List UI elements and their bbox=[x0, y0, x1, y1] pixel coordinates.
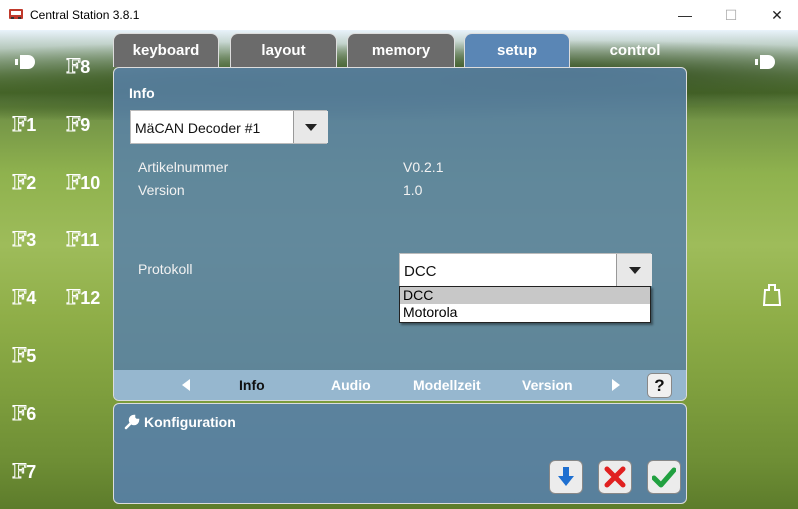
arrow-down-icon bbox=[558, 467, 574, 486]
decoder-dropdown-button[interactable] bbox=[293, 111, 328, 143]
tab-keyboard[interactable]: keyboard bbox=[113, 33, 219, 67]
protocol-label: Protokoll bbox=[138, 261, 193, 277]
tab-setup[interactable]: setup bbox=[464, 33, 570, 67]
protocol-select-value: DCC bbox=[404, 263, 437, 280]
konfiguration-heading: Konfiguration bbox=[144, 414, 236, 430]
wrench-icon bbox=[124, 414, 140, 430]
function-key-f3[interactable]: F3 bbox=[11, 227, 36, 252]
function-key-f11[interactable]: F11 bbox=[65, 227, 99, 252]
function-key-f5[interactable]: F5 bbox=[11, 343, 36, 368]
weight-icon[interactable] bbox=[762, 283, 782, 307]
version-label: Version bbox=[138, 182, 185, 198]
function-key-f4[interactable]: F4 bbox=[11, 285, 36, 310]
subnav-modellzeit[interactable]: Modellzeit bbox=[413, 377, 481, 393]
chevron-down-icon bbox=[628, 266, 641, 274]
light-icon-left[interactable] bbox=[14, 52, 38, 72]
cancel-icon bbox=[604, 466, 626, 488]
subnav-version[interactable]: Version bbox=[522, 377, 573, 393]
window-title: Central Station 3.8.1 bbox=[30, 8, 140, 22]
function-key-f6[interactable]: F6 bbox=[11, 401, 36, 426]
arrow-left-icon[interactable] bbox=[182, 379, 190, 391]
article-value: V0.2.1 bbox=[403, 159, 444, 175]
info-heading: Info bbox=[129, 85, 155, 101]
arrow-right-icon[interactable] bbox=[612, 379, 620, 391]
decoder-select-value: MäCAN Decoder #1 bbox=[135, 120, 261, 136]
sub-navigation: Info Audio Modellzeit Version ? bbox=[114, 370, 686, 400]
protocol-option-dcc[interactable]: DCC bbox=[400, 287, 650, 304]
function-key-f10[interactable]: F10 bbox=[65, 170, 100, 195]
protocol-dropdown-list: DCC Motorola bbox=[399, 286, 651, 323]
help-button[interactable]: ? bbox=[647, 373, 672, 398]
info-panel: Info MäCAN Decoder #1 Artikelnummer V0.2… bbox=[113, 67, 687, 401]
app-icon bbox=[9, 9, 23, 19]
article-label: Artikelnummer bbox=[138, 159, 229, 175]
protocol-select[interactable]: DCC bbox=[399, 253, 652, 287]
function-key-f12[interactable]: F12 bbox=[65, 285, 100, 310]
tab-control[interactable]: control bbox=[581, 33, 689, 67]
close-button[interactable]: ✕ bbox=[754, 0, 798, 30]
function-key-f2[interactable]: F2 bbox=[11, 170, 36, 195]
download-button[interactable] bbox=[549, 460, 583, 494]
protocol-dropdown-button[interactable] bbox=[616, 254, 652, 286]
function-key-f1[interactable]: FF11 bbox=[11, 112, 36, 137]
version-value: 1.0 bbox=[403, 182, 423, 198]
subnav-info[interactable]: Info bbox=[239, 377, 265, 393]
subnav-audio[interactable]: Audio bbox=[331, 377, 371, 393]
maximize-button[interactable]: ☐ bbox=[708, 0, 754, 30]
close-icon: ✕ bbox=[771, 6, 783, 23]
minimize-icon: — bbox=[678, 7, 692, 23]
function-key-f7[interactable]: F7 bbox=[11, 459, 36, 484]
maximize-icon: ☐ bbox=[724, 6, 738, 23]
cancel-button[interactable] bbox=[598, 460, 632, 494]
title-bar: Central Station 3.8.1 — ☐ ✕ bbox=[0, 0, 798, 30]
konfiguration-panel: Konfiguration bbox=[113, 403, 687, 504]
tab-memory[interactable]: memory bbox=[347, 33, 455, 67]
chevron-down-icon bbox=[305, 123, 317, 131]
function-key-f8[interactable]: F8 bbox=[65, 54, 90, 79]
protocol-option-motorola[interactable]: Motorola bbox=[400, 304, 650, 321]
function-key-f9[interactable]: F9 bbox=[65, 112, 90, 137]
confirm-button[interactable] bbox=[647, 460, 681, 494]
tab-layout[interactable]: layout bbox=[230, 33, 337, 67]
decoder-select[interactable]: MäCAN Decoder #1 bbox=[130, 110, 328, 144]
checkmark-icon bbox=[652, 467, 676, 488]
light-icon-right[interactable] bbox=[754, 52, 778, 72]
minimize-button[interactable]: — bbox=[662, 0, 708, 30]
